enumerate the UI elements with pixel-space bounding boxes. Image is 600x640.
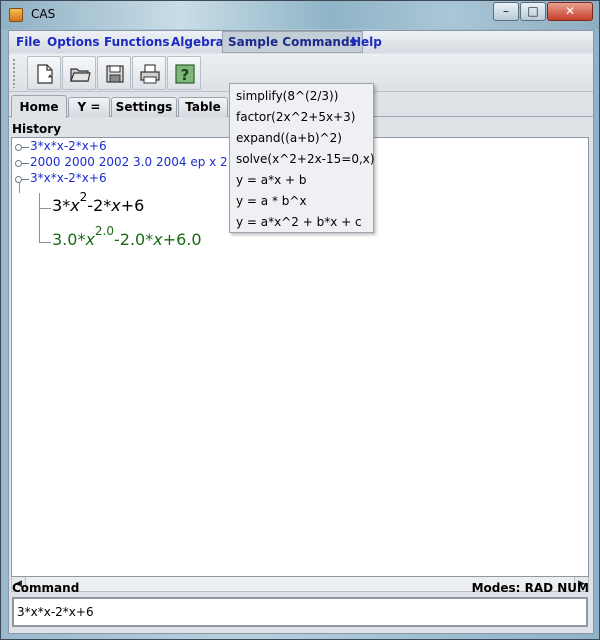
history-item[interactable]: 2000 2000 2002 3.0 2004 ep x 2.0 [14, 155, 239, 171]
tab-settings[interactable]: Settings [111, 97, 177, 117]
menu-item-quadratic[interactable]: y = a*x^2 + b*x + c [230, 212, 373, 233]
tree-connector [19, 183, 20, 193]
menu-help[interactable]: Help [346, 31, 387, 53]
history-item-text: 2000 2000 2002 3.0 2004 ep x 2.0 [30, 155, 240, 169]
tree-node-icon[interactable] [14, 157, 30, 169]
history-output-expression: 3.0*x2.0-2.0*x+6.0 [52, 224, 202, 249]
menu-item-factor[interactable]: factor(2x^2+5x+3) [230, 107, 373, 128]
history-item-expanded[interactable]: 3*x*x-2*x+6 [14, 171, 107, 187]
open-button[interactable] [62, 56, 96, 90]
menu-functions[interactable]: Functions [99, 31, 175, 53]
toolbar-grip[interactable] [12, 58, 16, 88]
svg-text:?: ? [181, 66, 190, 84]
save-button[interactable] [97, 56, 131, 90]
sample-commands-dropdown: simplify(8^(2/3)) factor(2x^2+5x+3) expa… [229, 83, 375, 233]
tab-table[interactable]: Table [178, 97, 228, 117]
tree-node-icon[interactable] [14, 173, 30, 185]
modes-status: Modes: RAD NUM [471, 581, 589, 595]
open-folder-icon [70, 68, 91, 82]
tree-connector [39, 208, 51, 209]
history-item[interactable]: 3*x*x-2*x+6 [14, 139, 107, 155]
java-app-icon [9, 8, 23, 22]
history-item-text: 3*x*x-2*x+6 [30, 139, 107, 153]
history-label: History [12, 122, 62, 136]
help-icon: ? [175, 64, 195, 84]
menu-item-solve[interactable]: solve(x^2+2x-15=0,x) [230, 149, 375, 170]
command-label: Command [12, 581, 80, 595]
title-bar[interactable]: CAS – □ ✕ [1, 1, 599, 29]
minimize-button[interactable]: – [493, 2, 519, 21]
menu-file[interactable]: File [11, 31, 46, 53]
client-area: File Options Functions Algebra Sample Co… [8, 30, 594, 634]
new-file-icon [37, 64, 53, 84]
maximize-button[interactable]: □ [520, 2, 546, 21]
menu-sample-commands[interactable]: Sample Commands [222, 31, 363, 53]
menu-item-linear[interactable]: y = a*x + b [230, 170, 373, 191]
menu-item-exponential[interactable]: y = a * b^x [230, 191, 373, 212]
window-title: CAS [31, 7, 56, 21]
menu-options[interactable]: Options [42, 31, 105, 53]
print-button[interactable] [132, 56, 166, 90]
menu-algebra[interactable]: Algebra [166, 31, 229, 53]
tree-node-icon[interactable] [14, 141, 30, 153]
tab-y-equals[interactable]: Y = [68, 97, 110, 117]
app-window: CAS – □ ✕ File Options Functions Algebra… [0, 0, 600, 640]
tab-home[interactable]: Home [11, 95, 67, 118]
history-item-text: 3*x*x-2*x+6 [30, 171, 107, 185]
menu-bar: File Options Functions Algebra Sample Co… [9, 31, 593, 53]
tree-connector [39, 242, 51, 243]
close-button[interactable]: ✕ [547, 2, 593, 21]
history-input-expression: 3*x2-2*x+6 [52, 190, 145, 215]
menu-item-simplify[interactable]: simplify(8^(2/3)) [230, 86, 373, 107]
print-icon [140, 64, 160, 84]
help-button[interactable]: ? [167, 56, 201, 90]
new-button[interactable] [27, 56, 61, 90]
save-disk-icon [106, 65, 124, 83]
command-input[interactable] [12, 597, 588, 627]
tree-connector [39, 193, 40, 243]
menu-item-expand[interactable]: expand((a+b)^2) [230, 128, 373, 149]
